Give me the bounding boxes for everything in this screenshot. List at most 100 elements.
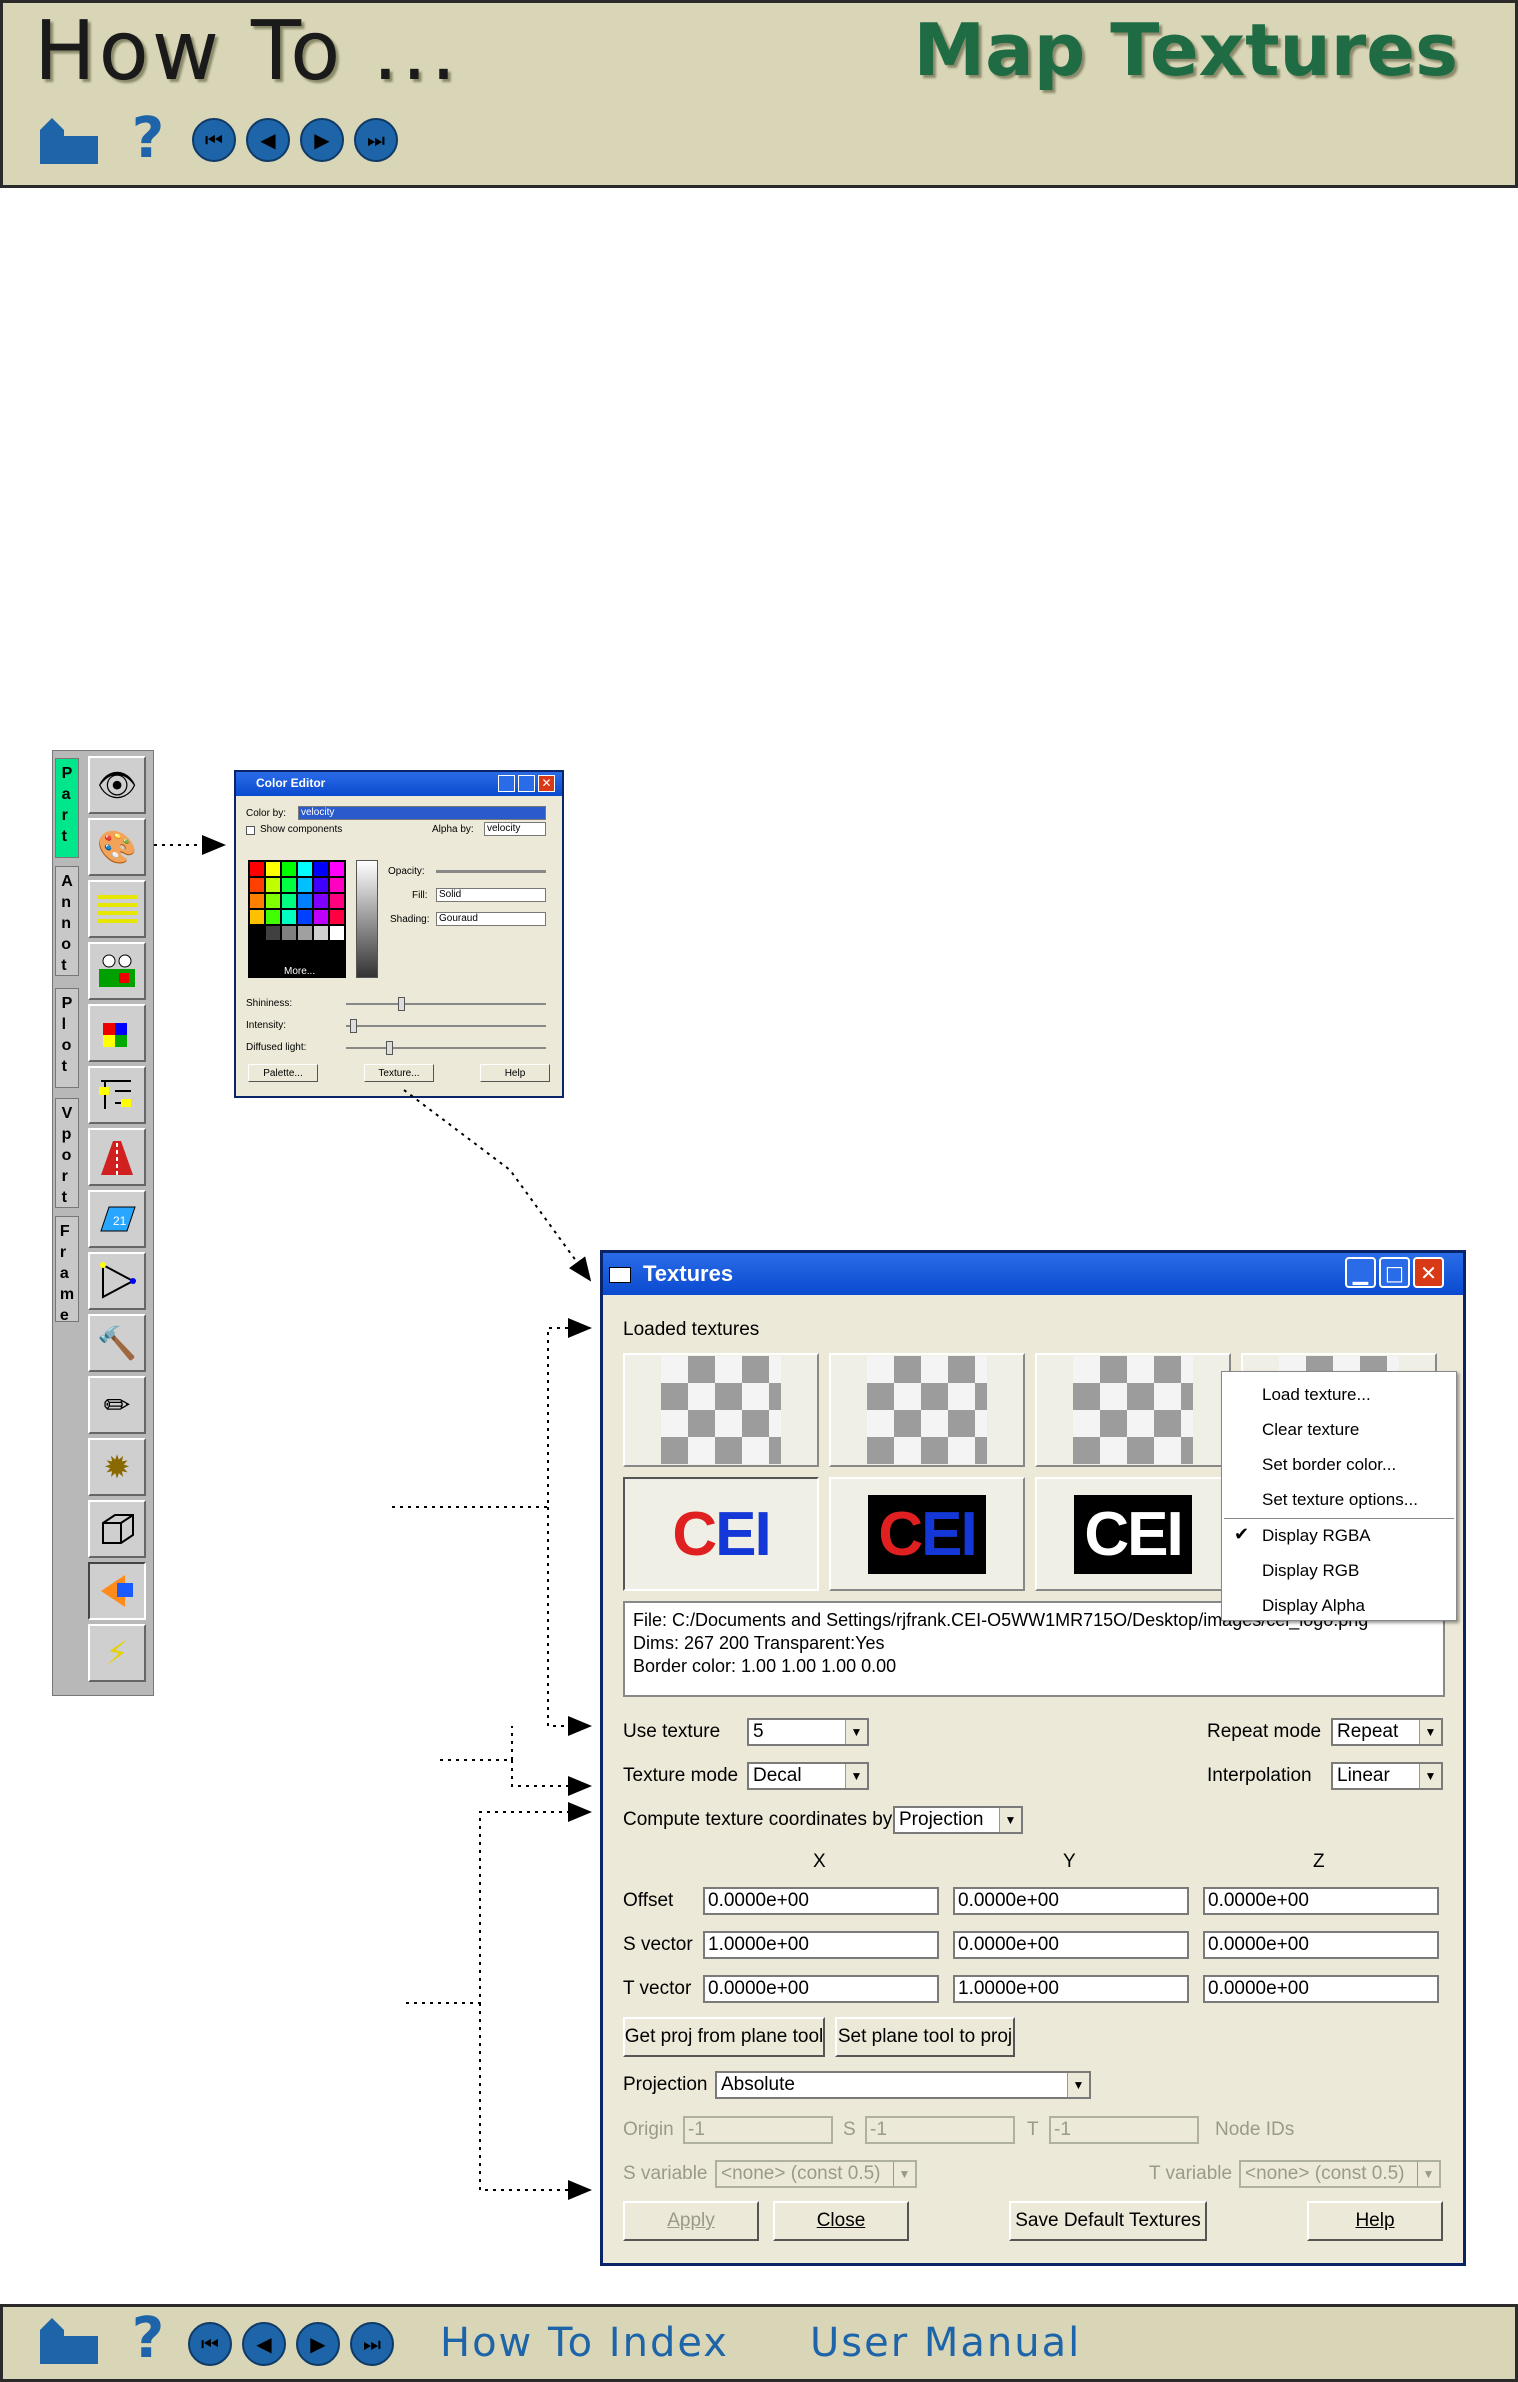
chevron-down-icon: ▼ (1067, 2073, 1089, 2097)
border-color-line: Border color: 1.00 1.00 1.00 0.00 (633, 1656, 897, 1676)
offset-y-field[interactable]: 0.0000e+00 (953, 1887, 1189, 1915)
texture-context-menu: Load texture... Clear texture Set border… (1221, 1371, 1457, 1621)
offset-z-field[interactable]: 0.0000e+00 (1203, 1887, 1439, 1915)
offset-x-field[interactable]: 0.0000e+00 (703, 1887, 939, 1915)
previous-page-icon[interactable]: ◀ (242, 2322, 286, 2366)
column-x-header: X (813, 1851, 826, 1872)
use-texture-label: Use texture (623, 1721, 721, 1742)
cei-logo-rgb: C EI (868, 1494, 986, 1574)
menu-item-display-alpha[interactable]: Display Alpha (1222, 1589, 1456, 1623)
textures-window: Textures ▁ □ ✕ Loaded textures C EI C EI C… (600, 1250, 1466, 2266)
help-button[interactable]: Help (1307, 2201, 1443, 2241)
help-label: Help (1355, 2210, 1395, 2231)
t-vector-label: T vector (623, 1978, 692, 1999)
textures-titlebar: Textures (603, 1253, 1463, 1295)
menu-item-set-border-color[interactable]: Set border color... (1222, 1448, 1456, 1482)
maximize-button[interactable]: □ (1379, 1257, 1410, 1288)
t-variable-select[interactable]: <none> (const 0.5) ▼ (1239, 2160, 1441, 2188)
close-button[interactable]: Close (773, 2201, 909, 2241)
interpolation-select[interactable]: Linear ▼ (1331, 1762, 1443, 1790)
s-vector-z-field[interactable]: 0.0000e+00 (1203, 1931, 1439, 1959)
menu-item-display-rgb[interactable]: Display RGB (1222, 1554, 1456, 1588)
projection-value: Absolute (721, 2074, 795, 2095)
close-label: Close (816, 2210, 866, 2231)
menu-item-load-texture[interactable]: Load texture... (1222, 1378, 1456, 1412)
menu-item-display-rgba[interactable]: Display RGBA (1222, 1519, 1456, 1553)
node-ids-label: Node IDs (1215, 2119, 1295, 2140)
close-icon[interactable]: ✕ (1413, 1257, 1444, 1288)
texture-slot-7[interactable]: CEI (1035, 1477, 1231, 1591)
t-vector-y-field[interactable]: 1.0000e+00 (953, 1975, 1189, 2003)
next-page-icon[interactable]: ▶ (296, 2322, 340, 2366)
texture-slot-2[interactable] (829, 1353, 1025, 1467)
t-label: T (1027, 2119, 1039, 2140)
s-field[interactable]: -1 (865, 2116, 1015, 2144)
t-variable-value: <none> (const 0.5) (1245, 2163, 1405, 2184)
column-y-header: Y (1063, 1851, 1076, 1872)
menu-item-set-texture-options[interactable]: Set texture options... (1222, 1483, 1456, 1517)
projection-label: Projection (623, 2074, 708, 2095)
home-icon[interactable] (38, 2316, 100, 2366)
s-vector-x-field[interactable]: 1.0000e+00 (703, 1931, 939, 1959)
last-page-icon[interactable]: ⏭ (350, 2322, 394, 2366)
minimize-button[interactable]: ▁ (1345, 1257, 1376, 1288)
chevron-down-icon: ▼ (893, 2162, 915, 2186)
t-vector-x-field[interactable]: 0.0000e+00 (703, 1975, 939, 2003)
texture-mode-select[interactable]: Decal ▼ (747, 1762, 869, 1790)
t-variable-label: T variable (1149, 2163, 1233, 2184)
texture-slot-5[interactable]: C EI (623, 1477, 819, 1591)
help-icon[interactable]: ? (128, 2306, 168, 2371)
s-vector-label: S vector (623, 1934, 693, 1955)
origin-label: Origin (623, 2119, 674, 2140)
s-variable-select[interactable]: <none> (const 0.5) ▼ (715, 2160, 917, 2188)
get-proj-button[interactable]: Get proj from plane tool (623, 2017, 825, 2057)
checker-thumbnail (867, 1356, 987, 1464)
set-plane-tool-button[interactable]: Set plane tool to proj (835, 2017, 1015, 2057)
interpolation-value: Linear (1337, 1765, 1390, 1786)
chevron-down-icon: ▼ (845, 1720, 867, 1744)
textures-title: Textures (643, 1261, 734, 1286)
repeat-mode-select[interactable]: Repeat ▼ (1331, 1718, 1443, 1746)
apply-label: Apply (667, 2210, 715, 2231)
compute-coords-value: Projection (899, 1809, 984, 1830)
cei-logo-rgba: C EI (672, 1499, 771, 1569)
use-texture-value: 5 (753, 1721, 764, 1742)
first-page-icon[interactable]: ⏮ (188, 2322, 232, 2366)
offset-label: Offset (623, 1890, 674, 1911)
cei-logo-alpha: CEI (1074, 1494, 1192, 1574)
repeat-mode-value: Repeat (1337, 1721, 1399, 1742)
texture-mode-label: Texture mode (623, 1765, 739, 1786)
projection-select[interactable]: Absolute ▼ (715, 2071, 1091, 2099)
checker-thumbnail (661, 1356, 781, 1464)
chevron-down-icon: ▼ (1417, 2162, 1439, 2186)
texture-slot-3[interactable] (1035, 1353, 1231, 1467)
texture-slot-6[interactable]: C EI (829, 1477, 1025, 1591)
apply-button[interactable]: Apply (623, 2201, 759, 2241)
dims-info-line: Dims: 267 200 Transparent:Yes (633, 1633, 885, 1653)
window-icon (609, 1267, 631, 1283)
chevron-down-icon: ▼ (1419, 1764, 1441, 1788)
s-variable-value: <none> (const 0.5) (721, 2163, 881, 2184)
texture-slot-1[interactable] (623, 1353, 819, 1467)
chevron-down-icon: ▼ (999, 1808, 1021, 1832)
compute-coords-select[interactable]: Projection ▼ (893, 1806, 1023, 1834)
how-to-index-link[interactable]: How To Index (440, 2320, 729, 2366)
use-texture-select[interactable]: 5 ▼ (747, 1718, 869, 1746)
column-z-header: Z (1313, 1851, 1325, 1872)
compute-coords-label: Compute texture coordinates by (623, 1809, 893, 1830)
checker-thumbnail (1073, 1356, 1193, 1464)
t-vector-z-field[interactable]: 0.0000e+00 (1203, 1975, 1439, 2003)
interpolation-label: Interpolation (1207, 1765, 1312, 1786)
s-vector-y-field[interactable]: 0.0000e+00 (953, 1931, 1189, 1959)
s-variable-label: S variable (623, 2163, 708, 2184)
loaded-textures-label: Loaded textures (623, 1319, 760, 1340)
s-label: S (843, 2119, 856, 2140)
user-manual-link[interactable]: User Manual (810, 2320, 1081, 2366)
save-default-textures-button[interactable]: Save Default Textures (1009, 2201, 1207, 2241)
repeat-mode-label: Repeat mode (1207, 1721, 1322, 1742)
texture-mode-value: Decal (753, 1765, 802, 1786)
menu-item-clear-texture[interactable]: Clear texture (1222, 1413, 1456, 1447)
origin-field[interactable]: -1 (683, 2116, 833, 2144)
t-field[interactable]: -1 (1049, 2116, 1199, 2144)
chevron-down-icon: ▼ (1419, 1720, 1441, 1744)
